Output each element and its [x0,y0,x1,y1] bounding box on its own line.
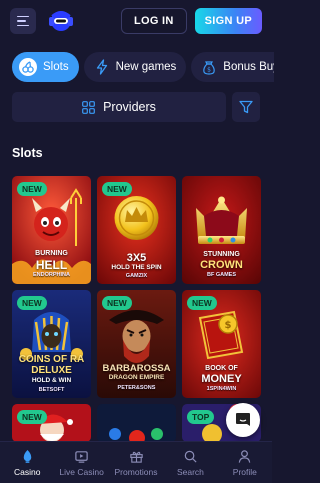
signup-button[interactable]: SIGN UP [194,8,262,34]
section-title: Slots [12,146,43,160]
brand-logo[interactable] [46,8,76,34]
game-title-line2: HOLD THE SPIN [111,264,162,271]
game-title-line3: HOLD & WIN [31,377,72,384]
game-card-fruits[interactable] [97,404,176,442]
game-title-line2: CROWN [200,259,243,271]
filter-button[interactable] [232,92,260,122]
new-badge: NEW [102,296,132,310]
providers-label: Providers [103,100,156,114]
menu-button[interactable] [10,8,36,34]
tab-label: Bonus Buy [223,61,274,73]
game-title-line1: BOOK OF [205,365,238,372]
top-badge: TOP [187,410,215,424]
chat-icon [236,413,250,426]
live-casino-icon [75,450,88,463]
game-title-line1: BURNING [35,250,68,257]
nav-label: Promotions [114,466,158,477]
game-card-barbarossa[interactable]: NEW BARBAROSSA DRAGON EMPIRE PETER&SONS [97,290,176,398]
svg-text:$: $ [225,320,232,331]
cherry-icon [19,58,37,76]
nav-search[interactable]: Search [163,442,217,483]
nav-label: Live Casino [59,466,104,477]
game-provider: ENDORPHINA [33,272,70,278]
game-title-line2: MONEY [201,373,242,385]
tab-slots[interactable]: Slots [12,52,79,82]
game-title-line2: DELUXE [31,365,72,376]
game-card-coins-of-ra[interactable]: NEW COINS OF RA DELUXE HOLD & WIN BETSOF… [12,290,91,398]
login-button[interactable]: LOG IN [120,8,187,34]
hamburger-icon-line [17,20,26,22]
game-card-3x5-hold-the-spin[interactable]: NEW 3X5 HOLD THE SPIN GAMZIX [97,176,176,284]
nav-casino[interactable]: Casino [0,442,54,483]
lightning-icon [96,59,107,75]
game-title-line1: 3X5 [126,252,147,264]
providers-button[interactable]: Providers [12,92,226,122]
tab-bonus-buy[interactable]: $ Bonus Buy [191,52,274,82]
nav-label: Profile [232,466,257,477]
game-card-santa[interactable]: NEW [12,404,91,442]
top-header: LOG IN SIGN UP [0,0,272,42]
nav-live-casino[interactable]: Live Casino [54,442,108,483]
providers-row: Providers [12,92,260,122]
category-tabs: Slots New games $ Bonus Buy [12,52,274,82]
profile-icon [239,449,251,463]
new-badge: NEW [187,296,217,310]
tab-label: New games [115,61,177,73]
search-icon [184,450,197,463]
game-card-book-of-money[interactable]: $ NEW BOOK OF MONEY 1SPIN4WIN [182,290,261,398]
hamburger-icon-line [17,15,29,18]
game-card-stunning-crown[interactable]: STUNNING CROWN BF GAMES [182,176,261,284]
game-provider: BETSOFT [38,387,65,393]
casino-icon [23,449,31,463]
gift-icon [129,451,143,463]
game-provider: PETER&SONS [117,385,156,391]
filter-icon [239,100,253,114]
nav-promotions[interactable]: Promotions [109,442,163,483]
nav-label: Casino [13,466,41,477]
bottom-navigation: Casino Live Casino Promotions Search Pro… [0,441,272,483]
bonus-bag-icon: $ [203,61,216,75]
game-provider: GAMZIX [125,273,148,279]
game-title-line1: COINS OF RA [18,354,85,365]
new-badge: NEW [17,182,47,196]
game-provider: BF GAMES [206,272,237,278]
game-title-line1: STUNNING [203,251,240,258]
game-title-line1: BARBAROSSA [102,363,171,374]
game-title-line2: HELL [35,258,68,272]
nav-profile[interactable]: Profile [218,442,272,483]
fruits-artwork [97,404,176,442]
tab-new-games[interactable]: New games [83,52,187,82]
new-badge: NEW [17,410,47,424]
game-card-burning-hell[interactable]: NEW BURNING HELL ENDORPHINA [12,176,91,284]
tab-label: Slots [43,61,69,73]
chat-button[interactable] [226,403,260,437]
game-title-line2: DRAGON EMPIRE [108,374,165,381]
new-badge: NEW [17,296,47,310]
hamburger-icon-line [17,24,29,27]
new-badge: NEW [102,182,132,196]
grid-icon [82,100,95,114]
nav-label: Search [176,466,204,477]
game-provider: 1SPIN4WIN [206,386,237,392]
svg-text:$: $ [207,67,211,74]
